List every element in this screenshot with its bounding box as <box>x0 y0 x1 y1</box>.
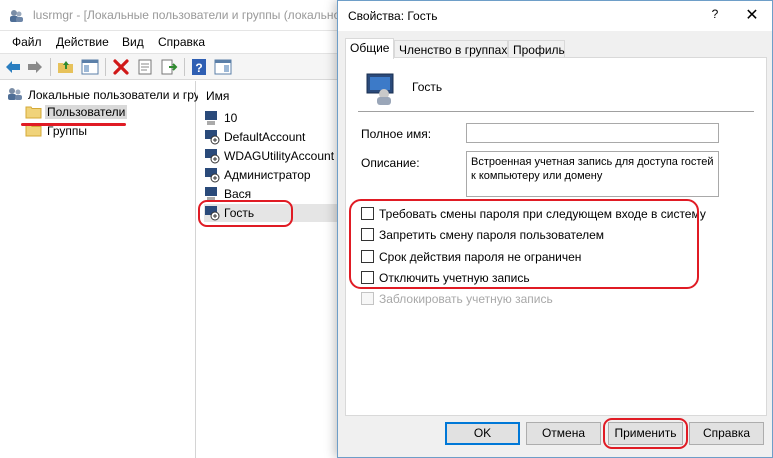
tab-general[interactable]: Общие <box>345 38 394 59</box>
list-item[interactable]: Администратор <box>204 166 346 184</box>
show-action-pane-icon[interactable] <box>214 58 232 76</box>
folder-icon <box>25 106 42 119</box>
delete-icon[interactable] <box>112 58 130 76</box>
window-title: lusrmgr - [Локальные пользователи и груп… <box>33 8 341 22</box>
list-pane: Имя 10 DefaultAccount WDAGUtilityAccount… <box>198 81 348 458</box>
user-icon <box>205 111 217 125</box>
disabled-user-icon <box>205 130 220 145</box>
properties-dialog: Свойства: Гость ? ✕ Общие Членство в гру… <box>337 0 773 458</box>
show-hide-tree-icon[interactable] <box>81 58 99 76</box>
description-label: Описание: <box>361 156 420 170</box>
highlight-oval <box>349 199 699 289</box>
menu-file[interactable]: Файл <box>12 35 42 49</box>
list-item[interactable]: DefaultAccount <box>204 128 346 146</box>
description-field[interactable]: Встроенная учетная запись для доступа го… <box>466 151 719 197</box>
full-name-label: Полное имя: <box>361 127 432 141</box>
users-groups-icon <box>8 88 22 100</box>
tree-root[interactable]: Локальные пользователи и гру <box>6 86 200 104</box>
tab-membership[interactable]: Членство в группах <box>394 40 508 58</box>
menu-view[interactable]: Вид <box>122 35 144 49</box>
help-button[interactable]: ? <box>705 7 725 25</box>
toolbar-separator <box>105 58 106 76</box>
general-tab-panel: Гость Полное имя: Описание: Встроенная у… <box>345 57 767 416</box>
forward-arrow-icon[interactable] <box>26 58 44 76</box>
list-item[interactable]: WDAGUtilityAccount <box>204 147 346 165</box>
toolbar-separator <box>50 58 51 76</box>
list-item-label: Администратор <box>224 168 311 182</box>
back-arrow-icon[interactable] <box>4 58 22 76</box>
dialog-title-bar: Свойства: Гость ? ✕ <box>338 1 772 31</box>
list-item-label: WDAGUtilityAccount <box>224 149 335 163</box>
list-item-label: Вася <box>224 187 252 201</box>
tree-item-label: Пользователи <box>45 105 128 119</box>
full-name-field[interactable] <box>466 123 719 143</box>
highlight-underline <box>21 123 126 126</box>
user-name: Гость <box>412 80 443 94</box>
list-item-label: 10 <box>224 111 238 125</box>
list-item-label: DefaultAccount <box>224 130 306 144</box>
properties-icon[interactable] <box>136 58 154 76</box>
svg-text:?: ? <box>195 61 202 75</box>
user-icon <box>366 73 394 105</box>
menu-help[interactable]: Справка <box>158 35 205 49</box>
highlight-oval <box>198 200 293 227</box>
export-list-icon[interactable] <box>160 58 178 76</box>
tab-profile[interactable]: Профиль <box>508 40 565 58</box>
disabled-user-icon <box>205 168 220 183</box>
divider <box>358 111 754 112</box>
help-icon[interactable]: ? <box>190 58 208 76</box>
tree-item-users[interactable]: Пользователи <box>25 104 129 122</box>
cancel-button[interactable]: Отмена <box>526 422 601 445</box>
ok-button[interactable]: OK <box>445 422 520 445</box>
tree-item-label: Группы <box>47 124 87 138</box>
checkbox-label: Заблокировать учетную запись <box>379 292 553 306</box>
tree-root-label: Локальные пользователи и гру <box>28 88 200 102</box>
toolbar-separator <box>184 58 185 76</box>
highlight-oval <box>603 418 688 449</box>
help-text-button[interactable]: Справка <box>689 422 764 445</box>
tree-pane: Локальные пользователи и гру Пользовател… <box>0 81 200 458</box>
close-icon[interactable]: ✕ <box>734 4 770 28</box>
dialog-title: Свойства: Гость <box>348 9 438 23</box>
up-folder-icon[interactable] <box>57 58 75 76</box>
column-header-name[interactable]: Имя <box>206 89 229 103</box>
disabled-user-icon <box>205 149 220 164</box>
list-item[interactable]: 10 <box>204 109 346 127</box>
menu-action[interactable]: Действие <box>56 35 109 49</box>
checkbox-box <box>361 292 374 305</box>
users-app-icon <box>10 10 23 22</box>
